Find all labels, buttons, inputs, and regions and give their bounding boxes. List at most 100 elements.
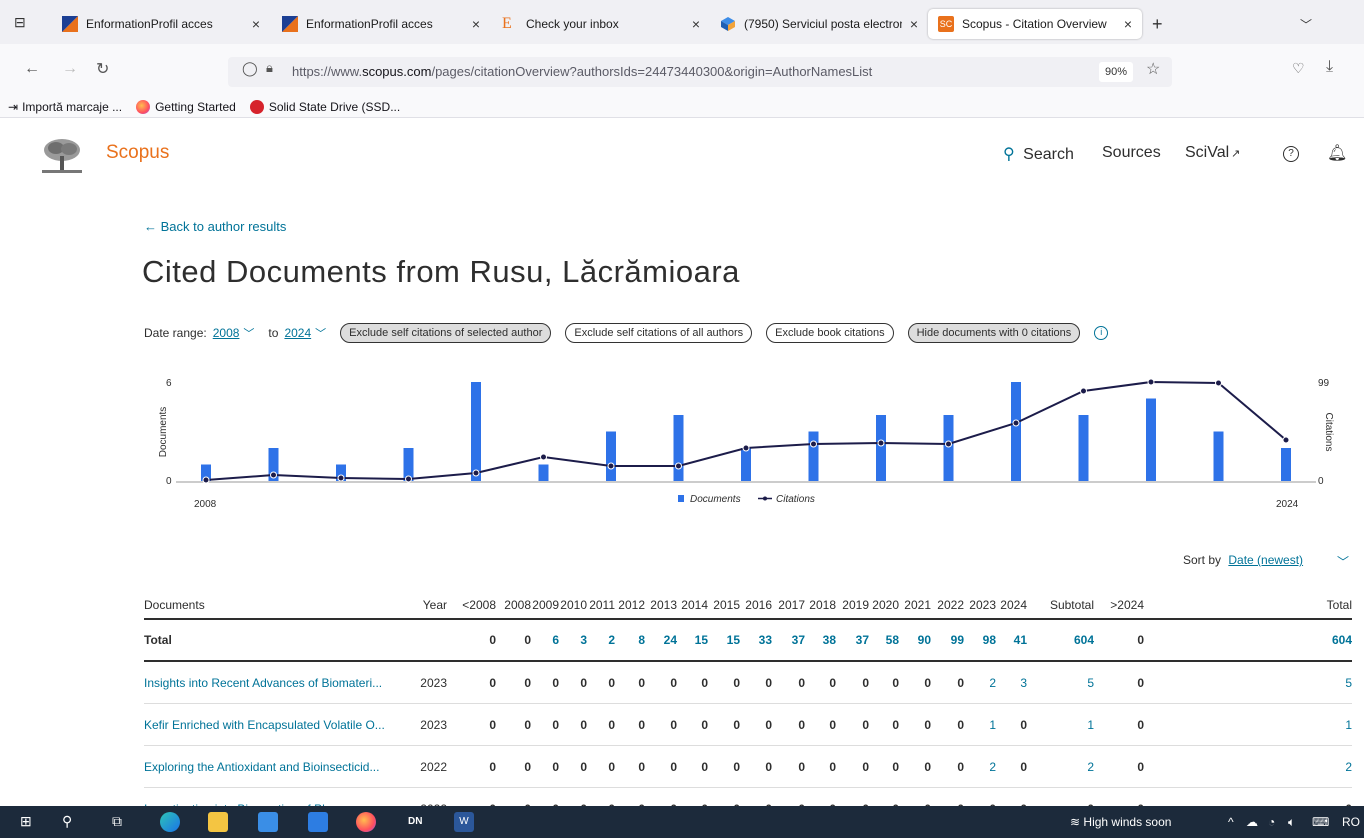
document-title-link[interactable]: Exploring the Antioxidant and Bioinsecti… xyxy=(144,746,404,787)
zoom-level[interactable]: 90% xyxy=(1099,62,1133,82)
forward-icon[interactable]: → xyxy=(62,60,78,78)
close-tab-icon[interactable]: × xyxy=(692,16,700,32)
chevron-down-icon[interactable]: ﹀ xyxy=(243,325,254,341)
close-tab-icon[interactable]: × xyxy=(910,16,918,32)
help-icon[interactable]: ? xyxy=(1283,146,1299,162)
elsevier-tree-logo[interactable] xyxy=(38,136,86,176)
exclude-self-citations-author-toggle[interactable]: Exclude self citations of selected autho… xyxy=(340,323,552,343)
tab-scopus[interactable]: SC Scopus - Citation Overview × xyxy=(928,9,1142,39)
task-view-icon[interactable]: ⧉ xyxy=(112,813,122,830)
bookmark-ssd[interactable]: Solid State Drive (SSD... xyxy=(249,99,400,114)
tab-check-inbox[interactable]: E Check your inbox × xyxy=(492,9,710,39)
citation-count[interactable]: 15 xyxy=(695,620,708,660)
download-icon[interactable]: ⤓ xyxy=(1326,58,1333,76)
date-to-select[interactable]: 2024 xyxy=(284,326,311,340)
file-explorer-icon[interactable] xyxy=(208,812,228,832)
scopus-brand[interactable]: Scopus xyxy=(106,142,169,164)
pocket-icon[interactable]: ♡ xyxy=(1292,60,1305,77)
tab-enformation-2[interactable]: EnformationProfil acces × xyxy=(272,9,490,39)
network-icon[interactable]: ◔ xyxy=(1268,815,1275,829)
column-header[interactable]: 2021 xyxy=(904,592,931,618)
column-header[interactable]: Year xyxy=(423,592,447,618)
column-header[interactable]: 2015 xyxy=(713,592,740,618)
citation-count[interactable]: 58 xyxy=(886,620,899,660)
citation-count[interactable]: 1 xyxy=(1087,704,1094,745)
url-text[interactable]: https://www.scopus.com/pages/citationOve… xyxy=(292,64,872,79)
scival-nav[interactable]: SciVal ↗ xyxy=(1185,144,1240,162)
citation-count[interactable]: 5 xyxy=(1345,662,1352,703)
citation-count[interactable]: 1 xyxy=(1345,704,1352,745)
firefox-icon[interactable] xyxy=(356,812,376,832)
citation-count[interactable]: 3 xyxy=(1020,662,1027,703)
column-header[interactable]: 2017 xyxy=(778,592,805,618)
lock-icon[interactable]: 🔒︎ xyxy=(266,60,273,76)
mail-icon[interactable] xyxy=(308,812,328,832)
column-header[interactable]: 2012 xyxy=(618,592,645,618)
dn-app-icon[interactable]: DN xyxy=(408,816,422,827)
column-header[interactable]: 2020 xyxy=(872,592,899,618)
sources-nav[interactable]: Sources xyxy=(1102,144,1161,162)
citation-count[interactable]: 2 xyxy=(989,746,996,787)
citation-count[interactable]: 38 xyxy=(823,620,836,660)
new-tab-icon[interactable]: + xyxy=(1152,14,1163,35)
column-header[interactable]: 2024 xyxy=(1000,592,1027,618)
back-to-results-link[interactable]: ← Back to author results xyxy=(144,219,286,234)
info-icon[interactable]: i xyxy=(1094,326,1109,340)
citation-count[interactable]: 604 xyxy=(1074,620,1094,660)
column-header[interactable]: 2010 xyxy=(560,592,587,618)
column-header[interactable]: 2018 xyxy=(809,592,836,618)
store-icon[interactable] xyxy=(258,812,278,832)
column-header[interactable]: 2008 xyxy=(504,592,531,618)
citation-count[interactable]: 15 xyxy=(727,620,740,660)
citation-count[interactable]: 5 xyxy=(1087,662,1094,703)
column-header[interactable]: Subtotal xyxy=(1050,592,1094,618)
reload-icon[interactable]: ↻ xyxy=(96,59,109,79)
bookmark-import[interactable]: ⇥ Importă marcaje ... xyxy=(8,100,122,114)
sort-by-control[interactable]: Sort by Date (newest) ﹀ xyxy=(1183,553,1349,569)
sort-by-value[interactable]: Date (newest) xyxy=(1228,553,1303,567)
column-header[interactable]: <2008 xyxy=(462,592,496,618)
language-indicator[interactable]: RO xyxy=(1342,815,1360,829)
exclude-book-citations-toggle[interactable]: Exclude book citations xyxy=(766,323,894,343)
column-header[interactable]: 2009 xyxy=(532,592,559,618)
search-icon[interactable]: ⚲ xyxy=(62,813,72,830)
citation-count[interactable]: 3 xyxy=(580,620,587,660)
hide-zero-citations-toggle[interactable]: Hide documents with 0 citations xyxy=(907,323,1081,343)
column-header[interactable]: 2023 xyxy=(969,592,996,618)
weather-widget[interactable]: ≋ High winds soon xyxy=(1070,815,1171,829)
shield-icon[interactable]: ◯ xyxy=(242,60,258,77)
document-title-link[interactable]: Kefir Enriched with Encapsulated Volatil… xyxy=(144,704,404,745)
column-header[interactable]: 2013 xyxy=(650,592,677,618)
citation-count[interactable]: 37 xyxy=(792,620,805,660)
close-tab-icon[interactable]: × xyxy=(252,16,260,32)
column-header[interactable]: 2014 xyxy=(681,592,708,618)
citation-count[interactable]: 1 xyxy=(989,704,996,745)
tray-chevron-icon[interactable]: ^ xyxy=(1228,815,1234,829)
citation-count[interactable]: 6 xyxy=(552,620,559,660)
onedrive-icon[interactable]: ☁ xyxy=(1246,815,1258,829)
chevron-down-icon[interactable]: ﹀ xyxy=(315,325,326,341)
citation-count[interactable]: 37 xyxy=(856,620,869,660)
close-tab-icon[interactable]: × xyxy=(472,16,480,32)
column-header[interactable]: 2016 xyxy=(745,592,772,618)
chevron-down-icon[interactable]: ﹀ xyxy=(1337,553,1349,570)
tab-mail[interactable]: (7950) Serviciul posta electronic × xyxy=(710,9,928,39)
close-tab-icon[interactable]: × xyxy=(1124,16,1132,32)
bookmark-getting-started[interactable]: Getting Started xyxy=(136,99,236,114)
citation-count[interactable]: 99 xyxy=(951,620,964,660)
citation-count[interactable]: 33 xyxy=(759,620,772,660)
search-nav[interactable]: ⚲ Search xyxy=(1003,144,1074,164)
word-icon[interactable]: W xyxy=(454,812,474,832)
column-header[interactable]: 2022 xyxy=(937,592,964,618)
bell-icon[interactable]: 🔔︎ xyxy=(1327,143,1347,163)
keyboard-icon[interactable]: ⌨ xyxy=(1312,815,1329,829)
tab-enformation-1[interactable]: EnformationProfil acces × xyxy=(52,9,270,39)
citation-count[interactable]: 98 xyxy=(983,620,996,660)
volume-icon[interactable]: 🔈︎ xyxy=(1288,815,1295,830)
star-bookmark-icon[interactable]: ☆ xyxy=(1146,59,1160,79)
date-from-select[interactable]: 2008 xyxy=(213,326,240,340)
citation-count[interactable]: 8 xyxy=(638,620,645,660)
column-header[interactable]: >2024 xyxy=(1110,592,1144,618)
citation-count[interactable]: 2 xyxy=(1087,746,1094,787)
column-header[interactable]: 2011 xyxy=(589,592,615,618)
